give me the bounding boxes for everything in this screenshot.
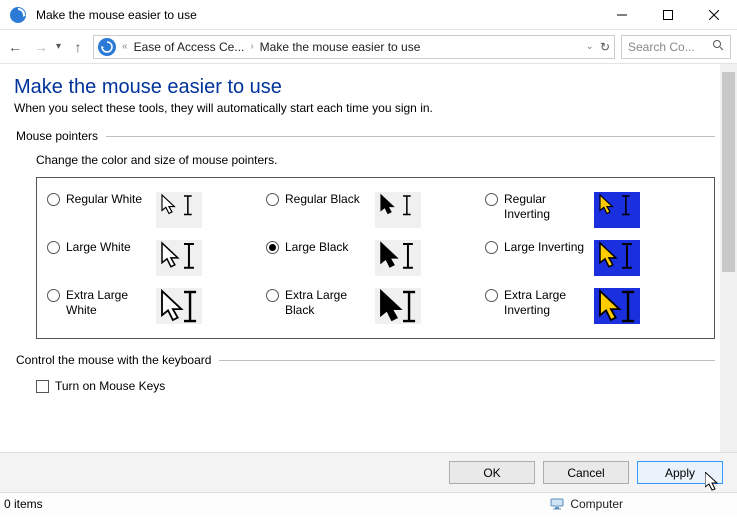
address-bar[interactable]: « Ease of Access Ce... › Make the mouse … [93,35,615,59]
control-panel-icon [98,38,116,56]
pointer-option[interactable]: Extra Large White [47,288,266,324]
pointer-radio[interactable] [485,241,498,254]
pointer-option-label: Regular Black [285,192,369,207]
status-item-count: 0 items [4,497,43,511]
pointer-option-label: Large Inverting [504,240,588,255]
page-subtitle: When you select these tools, they will a… [14,101,715,115]
scroll-thumb[interactable] [722,72,735,272]
search-placeholder: Search Co... [628,40,695,54]
pointer-option[interactable]: Regular White [47,192,266,228]
app-icon [6,3,30,27]
breadcrumb-ease-of-access[interactable]: Ease of Access Ce... [134,40,245,54]
up-button[interactable]: ↑ [69,39,87,55]
pointer-option[interactable]: Extra Large Black [266,288,485,324]
pointer-option[interactable]: Extra Large Inverting [485,288,704,324]
pointer-row: Regular White Regular Black Regular Inve… [47,186,704,234]
page-title: Make the mouse easier to use [14,76,715,99]
group-mouse-pointers-desc: Change the color and size of mouse point… [36,153,715,167]
pointer-radio[interactable] [47,289,60,302]
pointer-radio[interactable] [47,193,60,206]
pointer-option[interactable]: Regular Black [266,192,485,228]
pointer-preview [594,240,640,276]
breadcrumb-root-chevron[interactable]: « [122,41,128,52]
pointer-options-box: Regular White Regular Black Regular Inve… [36,177,715,339]
pointer-radio[interactable] [485,289,498,302]
nav-arrow-group: ← → ▾ ↑ [6,39,87,55]
cancel-button[interactable]: Cancel [543,461,629,484]
pointer-row: Large White Large Black Large Inverting [47,234,704,282]
breadcrumb-current[interactable]: Make the mouse easier to use [260,40,421,54]
search-icon[interactable] [712,39,724,54]
back-button[interactable]: ← [6,39,24,55]
ok-button[interactable]: OK [449,461,535,484]
pointer-option-label: Regular White [66,192,150,207]
group-keyboard-control: Control the mouse with the keyboard Turn… [14,353,715,393]
apply-button[interactable]: Apply [637,461,723,484]
maximize-button[interactable] [645,0,691,30]
pointer-option-label: Extra Large Black [285,288,369,318]
minimize-button[interactable] [599,0,645,30]
address-dropdown[interactable]: ⌄ [586,41,594,52]
pointer-option-label: Regular Inverting [504,192,588,222]
content-area: Make the mouse easier to use When you se… [0,64,737,452]
status-computer-label: Computer [570,497,623,511]
computer-icon [550,498,564,510]
mouse-keys-label: Turn on Mouse Keys [55,379,165,393]
pointer-preview [156,288,202,324]
pointer-option[interactable]: Large Black [266,240,485,276]
search-input[interactable]: Search Co... [621,35,731,59]
chevron-right-icon: › [250,41,253,52]
titlebar: Make the mouse easier to use [0,0,737,30]
pointer-radio[interactable] [266,193,279,206]
pointer-preview [156,192,202,228]
refresh-button[interactable]: ↻ [600,40,610,54]
pointer-preview [375,240,421,276]
pointer-option-label: Extra Large Inverting [504,288,588,318]
pointer-preview [375,288,421,324]
pointer-option[interactable]: Large White [47,240,266,276]
group-mouse-pointers: Mouse pointers Change the color and size… [14,129,715,339]
pointer-preview [594,192,640,228]
window-controls [599,0,737,30]
status-bar: 0 items Computer [0,492,737,514]
history-dropdown[interactable]: ▾ [56,41,61,52]
pointer-option-label: Large White [66,240,150,255]
pointer-option[interactable]: Regular Inverting [485,192,704,228]
dialog-button-bar: OK Cancel Apply [0,452,737,492]
pointer-radio[interactable] [47,241,60,254]
pointer-option[interactable]: Large Inverting [485,240,704,276]
pointer-option-label: Large Black [285,240,369,255]
mouse-keys-checkbox[interactable] [36,380,49,393]
pointer-radio[interactable] [485,193,498,206]
close-button[interactable] [691,0,737,30]
pointer-radio[interactable] [266,289,279,302]
pointer-preview [375,192,421,228]
group-mouse-pointers-legend: Mouse pointers [14,129,106,143]
window-title: Make the mouse easier to use [36,8,197,22]
vertical-scrollbar[interactable] [720,64,737,452]
navbar: ← → ▾ ↑ « Ease of Access Ce... › Make th… [0,30,737,64]
forward-button[interactable]: → [32,39,50,55]
pointer-preview [156,240,202,276]
pointer-radio[interactable] [266,241,279,254]
pointer-option-label: Extra Large White [66,288,150,318]
group-keyboard-control-legend: Control the mouse with the keyboard [14,353,219,367]
pointer-preview [594,288,640,324]
pointer-row: Extra Large White Extra Large Black Extr… [47,282,704,330]
